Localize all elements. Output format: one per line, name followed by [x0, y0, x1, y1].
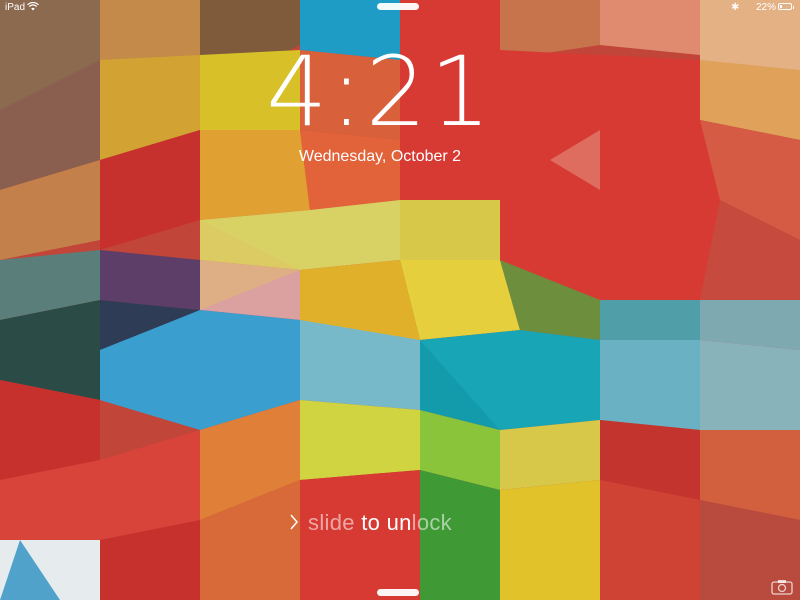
lock-time: 4:21 — [266, 36, 494, 148]
battery-level-fill — [780, 5, 782, 8]
slide-text-highlight: to un — [361, 510, 412, 535]
camera-icon[interactable] — [771, 579, 793, 595]
slide-text-suffix: lock — [411, 510, 452, 535]
slide-text-prefix: slide — [308, 510, 362, 535]
control-center-grabber[interactable] — [377, 589, 419, 596]
battery-icon — [778, 3, 794, 10]
battery-percentage: 22% — [756, 2, 777, 13]
slide-to-unlock[interactable]: slide to unlock — [0, 510, 760, 536]
carrier-label: iPad — [5, 2, 26, 13]
notification-center-grabber[interactable] — [377, 3, 419, 10]
lock-date: Wednesday, October 2 — [298, 148, 462, 165]
wifi-icon — [27, 2, 39, 11]
bluetooth-icon: ✱ — [731, 2, 740, 13]
